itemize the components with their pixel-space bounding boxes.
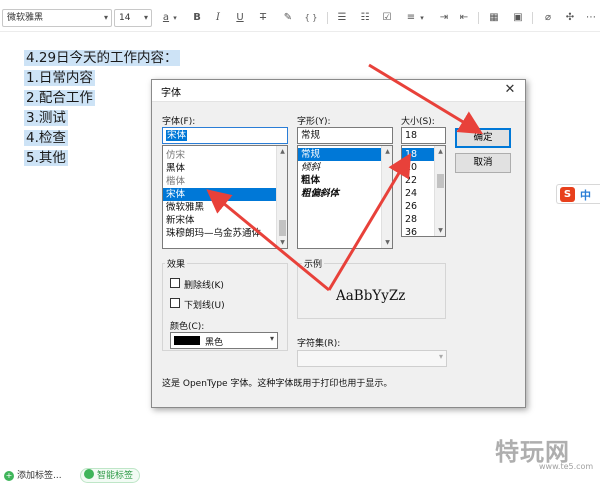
color-value: 黑色 <box>205 338 224 348</box>
underline-checkbox[interactable] <box>170 298 180 308</box>
sample-label: 示例 <box>302 257 325 270</box>
color-label: 颜色(C): <box>170 322 205 332</box>
smart-tag-button[interactable]: 智能标签 <box>80 468 141 483</box>
table-icon[interactable]: ▦ <box>486 9 502 27</box>
attachment-icon[interactable]: ⌀ <box>540 9 556 27</box>
add-tag-button[interactable]: + 添加标签... <box>4 470 62 483</box>
font-size-select[interactable]: 14 ▾ <box>114 9 152 27</box>
document-line[interactable]: 4.29日今天的工作内容： <box>24 48 180 68</box>
underline-icon[interactable]: U <box>232 9 248 27</box>
dialog-title-bar[interactable]: 字体 ✕ <box>152 80 525 102</box>
eraser-icon[interactable]: ✎ <box>280 9 296 27</box>
ime-indicator[interactable]: S 中 <box>556 184 600 204</box>
list-item[interactable]: 粗体 <box>298 174 392 187</box>
font-name-value: 微软雅黑 <box>7 13 44 23</box>
font-style-label: 字形(Y): <box>297 117 331 127</box>
style-list-scrollbar[interactable]: ▲ ▼ <box>381 146 392 248</box>
font-size-value: 18 <box>405 130 418 141</box>
chevron-down-icon: ▾ <box>438 352 443 361</box>
font-family-input[interactable]: 宋体 <box>162 127 288 144</box>
list-item[interactable]: 新宋体 <box>163 214 287 227</box>
color-swatch <box>174 336 200 345</box>
scroll-down-icon[interactable]: ▼ <box>277 237 287 248</box>
plus-icon: + <box>4 471 14 481</box>
add-tag-label: 添加标签... <box>17 471 62 481</box>
watermark: 特玩网 www.te5.com <box>495 432 595 472</box>
charset-select[interactable]: ▾ <box>297 350 447 367</box>
close-icon[interactable]: ✕ <box>501 82 519 97</box>
list-item-selected[interactable]: 18 <box>402 148 434 161</box>
color-select[interactable]: 黑色 ▾ <box>170 332 278 349</box>
font-style-list[interactable]: 常规 倾斜 粗体 粗偏斜体 ▲ ▼ <box>297 145 393 249</box>
list-item[interactable]: 黑体 <box>163 162 287 175</box>
list-item[interactable]: 倾斜 <box>298 161 392 174</box>
font-size-value: 14 <box>119 13 131 23</box>
smart-tag-icon <box>84 469 94 479</box>
sample-preview-text: AaBbYyZz <box>336 288 406 304</box>
font-size-input[interactable]: 18 <box>401 127 446 144</box>
size-list-scrollbar[interactable]: ▲ ▼ <box>434 146 445 236</box>
smart-tag-label: 智能标签 <box>97 471 134 481</box>
list-item[interactable]: 楷体 <box>163 175 287 188</box>
font-family-label: 字体(F): <box>162 117 196 127</box>
scroll-thumb[interactable] <box>279 220 286 236</box>
ok-button[interactable]: 确定 <box>455 128 511 148</box>
font-size-label: 大小(S): <box>401 117 435 127</box>
scroll-down-icon[interactable]: ▼ <box>382 237 392 248</box>
font-dialog: 字体 ✕ 字体(F): 宋体 仿宋 黑体 楷体 宋体 微软雅黑 新宋体 珠穆朗玛… <box>151 79 526 408</box>
watermark-url: www.te5.com <box>539 462 594 471</box>
toolbar-divider <box>532 12 533 24</box>
font-list-scrollbar[interactable]: ▲ ▼ <box>276 146 287 248</box>
numbered-list-icon[interactable]: ☷ <box>357 9 373 27</box>
chevron-down-icon: ▾ <box>103 13 108 22</box>
image-icon[interactable]: ▣ <box>510 9 526 27</box>
more-icon[interactable]: ⋯ <box>583 9 599 27</box>
underline-label[interactable]: 下划线(U) <box>184 298 225 311</box>
list-item[interactable]: 仿宋 <box>163 149 287 162</box>
code-icon[interactable]: { } <box>303 9 319 27</box>
checklist-icon[interactable]: ☑ <box>379 9 395 27</box>
list-item-selected[interactable]: 常规 <box>298 148 381 161</box>
list-item[interactable]: 粗偏斜体 <box>298 187 392 200</box>
chevron-down-icon: ▾ <box>143 13 148 22</box>
scroll-up-icon[interactable]: ▲ <box>382 146 392 157</box>
bold-icon[interactable]: B <box>189 9 205 27</box>
chevron-down-icon[interactable]: ▾ <box>170 9 180 27</box>
font-type-note: 这是 OpenType 字体。这种字体既用于打印也用于显示。 <box>162 379 393 389</box>
font-size-list[interactable]: 18 20 22 24 26 28 36 ▲ ▼ <box>401 145 446 237</box>
font-name-select[interactable]: 微软雅黑 ▾ <box>2 9 112 27</box>
chevron-down-icon[interactable]: ▾ <box>417 9 427 27</box>
italic-icon[interactable]: I <box>210 9 226 27</box>
font-family-value: 宋体 <box>166 130 188 141</box>
outdent-icon[interactable]: ⇤ <box>456 9 472 27</box>
indent-icon[interactable]: ⇥ <box>436 9 452 27</box>
scroll-down-icon[interactable]: ▼ <box>435 225 445 236</box>
dialog-title: 字体 <box>161 88 181 99</box>
toolbar-divider <box>327 12 328 24</box>
scroll-up-icon[interactable]: ▲ <box>435 146 445 157</box>
list-item[interactable]: 微软雅黑 <box>163 201 287 214</box>
editor-toolbar: 微软雅黑 ▾ 14 ▾ a ▾ B I U T ✎ { } ☰ ☷ ☑ ≡ ▾ … <box>0 0 600 32</box>
chevron-down-icon: ▾ <box>269 334 274 343</box>
font-style-input[interactable]: 常规 <box>297 127 393 144</box>
bullet-list-icon[interactable]: ☰ <box>334 9 350 27</box>
sogou-logo-icon: S <box>560 187 575 202</box>
cancel-button[interactable]: 取消 <box>455 153 511 173</box>
list-item-selected[interactable]: 宋体 <box>163 188 287 201</box>
scroll-up-icon[interactable]: ▲ <box>277 146 287 157</box>
toolbar-divider <box>478 12 479 24</box>
font-style-value: 常规 <box>301 130 321 141</box>
charset-label: 字符集(R): <box>297 339 341 349</box>
font-family-list[interactable]: 仿宋 黑体 楷体 宋体 微软雅黑 新宋体 珠穆朗玛—乌金苏通体 ▲ ▼ <box>162 145 288 249</box>
mind-map-icon[interactable]: ✣ <box>562 9 578 27</box>
scroll-thumb[interactable] <box>437 174 444 188</box>
list-item[interactable]: 珠穆朗玛—乌金苏通体 <box>163 227 287 240</box>
strikethrough-icon[interactable]: T <box>255 9 271 27</box>
effects-label: 效果 <box>165 257 188 270</box>
strikeout-label[interactable]: 删除线(K) <box>184 278 224 291</box>
strikeout-checkbox[interactable] <box>170 278 180 288</box>
ime-mode: 中 <box>580 189 591 202</box>
